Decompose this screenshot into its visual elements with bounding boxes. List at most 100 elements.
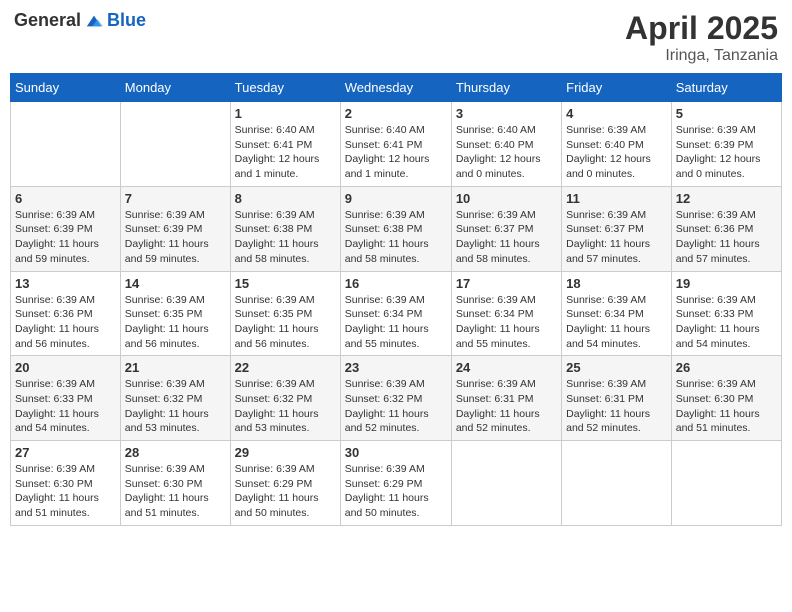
day-number: 22 xyxy=(235,360,336,375)
day-info: Sunrise: 6:39 AMSunset: 6:34 PMDaylight:… xyxy=(456,293,557,352)
day-cell: 22Sunrise: 6:39 AMSunset: 6:32 PMDayligh… xyxy=(230,356,340,441)
day-number: 6 xyxy=(15,191,116,206)
day-number: 27 xyxy=(15,445,116,460)
day-info: Sunrise: 6:39 AMSunset: 6:39 PMDaylight:… xyxy=(15,208,116,267)
header-cell-thursday: Thursday xyxy=(451,74,561,102)
day-cell: 30Sunrise: 6:39 AMSunset: 6:29 PMDayligh… xyxy=(340,441,451,526)
day-info: Sunrise: 6:40 AMSunset: 6:41 PMDaylight:… xyxy=(235,123,336,182)
day-cell: 10 Sunrise: 6:39 AMSunset: 6:37 PMDayligh… xyxy=(451,186,561,271)
day-info: Sunrise: 6:39 AMSunset: 6:39 PMDaylight:… xyxy=(676,123,777,182)
day-number: 25 xyxy=(566,360,667,375)
logo-icon xyxy=(85,12,103,30)
day-info: Sunrise: 6:39 AMSunset: 6:33 PMDaylight:… xyxy=(15,377,116,436)
day-info: Sunrise: 6:39 AMSunset: 6:33 PMDaylight:… xyxy=(676,293,777,352)
day-cell: 1 Sunrise: 6:40 AMSunset: 6:41 PMDaylight… xyxy=(230,102,340,187)
day-info: Sunrise: 6:39 AMSunset: 6:31 PMDaylight:… xyxy=(456,377,557,436)
day-cell: 7 Sunrise: 6:39 AMSunset: 6:39 PMDaylight… xyxy=(120,186,230,271)
day-cell xyxy=(671,441,781,526)
day-info: Sunrise: 6:39 AMSunset: 6:30 PMDaylight:… xyxy=(15,462,116,521)
day-cell: 28 Sunrise: 6:39 AMSunset: 6:30 PMDayligh… xyxy=(120,441,230,526)
header-cell-wednesday: Wednesday xyxy=(340,74,451,102)
day-cell: 5 Sunrise: 6:39 AMSunset: 6:39 PMDaylight… xyxy=(671,102,781,187)
day-number: 5 xyxy=(676,106,777,121)
day-info: Sunrise: 6:39 AMSunset: 6:34 PMDaylight:… xyxy=(345,293,447,352)
week-row-2: 6 Sunrise: 6:39 AMSunset: 6:39 PMDaylight… xyxy=(11,186,782,271)
day-cell xyxy=(451,441,561,526)
day-number: 11 xyxy=(566,191,667,206)
day-cell: 14Sunrise: 6:39 AMSunset: 6:35 PMDayligh… xyxy=(120,271,230,356)
day-number: 12 xyxy=(676,191,777,206)
week-row-3: 13 Sunrise: 6:39 AMSunset: 6:36 PMDayligh… xyxy=(11,271,782,356)
day-cell: 13 Sunrise: 6:39 AMSunset: 6:36 PMDayligh… xyxy=(11,271,121,356)
day-info: Sunrise: 6:39 AMSunset: 6:30 PMDaylight:… xyxy=(125,462,226,521)
day-cell: 3Sunrise: 6:40 AMSunset: 6:40 PMDaylight… xyxy=(451,102,561,187)
day-info: Sunrise: 6:40 AMSunset: 6:41 PMDaylight:… xyxy=(345,123,447,182)
day-number: 13 xyxy=(15,276,116,291)
day-cell: 2 Sunrise: 6:40 AMSunset: 6:41 PMDaylight… xyxy=(340,102,451,187)
day-number: 1 xyxy=(235,106,336,121)
day-info: Sunrise: 6:39 AMSunset: 6:32 PMDaylight:… xyxy=(345,377,447,436)
day-number: 18 xyxy=(566,276,667,291)
day-cell xyxy=(11,102,121,187)
day-number: 29 xyxy=(235,445,336,460)
day-number: 19 xyxy=(676,276,777,291)
day-info: Sunrise: 6:39 AMSunset: 6:37 PMDaylight:… xyxy=(566,208,667,267)
day-info: Sunrise: 6:39 AMSunset: 6:35 PMDaylight:… xyxy=(235,293,336,352)
day-info: Sunrise: 6:39 AMSunset: 6:37 PMDaylight:… xyxy=(456,208,557,267)
day-cell: 24 Sunrise: 6:39 AMSunset: 6:31 PMDayligh… xyxy=(451,356,561,441)
day-cell: 27 Sunrise: 6:39 AMSunset: 6:30 PMDayligh… xyxy=(11,441,121,526)
day-number: 8 xyxy=(235,191,336,206)
day-number: 24 xyxy=(456,360,557,375)
day-number: 17 xyxy=(456,276,557,291)
day-number: 7 xyxy=(125,191,226,206)
day-info: Sunrise: 6:39 AMSunset: 6:36 PMDaylight:… xyxy=(15,293,116,352)
page-header: General Blue April 2025 Iringa, Tanzania xyxy=(10,10,782,65)
day-number: 26 xyxy=(676,360,777,375)
day-info: Sunrise: 6:39 AMSunset: 6:29 PMDaylight:… xyxy=(235,462,336,521)
day-info: Sunrise: 6:39 AMSunset: 6:34 PMDaylight:… xyxy=(566,293,667,352)
day-cell: 8 Sunrise: 6:39 AMSunset: 6:38 PMDaylight… xyxy=(230,186,340,271)
day-cell: 29 Sunrise: 6:39 AMSunset: 6:29 PMDayligh… xyxy=(230,441,340,526)
week-row-1: 1 Sunrise: 6:40 AMSunset: 6:41 PMDaylight… xyxy=(11,102,782,187)
logo: General Blue xyxy=(14,10,146,31)
day-number: 2 xyxy=(345,106,447,121)
day-number: 3 xyxy=(456,106,557,121)
day-cell xyxy=(562,441,672,526)
logo-blue: Blue xyxy=(107,10,146,31)
day-cell: 9Sunrise: 6:39 AMSunset: 6:38 PMDaylight… xyxy=(340,186,451,271)
day-cell: 20 Sunrise: 6:39 AMSunset: 6:33 PMDayligh… xyxy=(11,356,121,441)
header-cell-sunday: Sunday xyxy=(11,74,121,102)
page-subtitle: Iringa, Tanzania xyxy=(625,47,778,65)
day-number: 28 xyxy=(125,445,226,460)
day-info: Sunrise: 6:39 AMSunset: 6:35 PMDaylight:… xyxy=(125,293,226,352)
day-number: 4 xyxy=(566,106,667,121)
day-cell: 17 Sunrise: 6:39 AMSunset: 6:34 PMDayligh… xyxy=(451,271,561,356)
day-cell xyxy=(120,102,230,187)
day-number: 23 xyxy=(345,360,447,375)
logo-general: General xyxy=(14,10,81,31)
header-cell-friday: Friday xyxy=(562,74,672,102)
day-info: Sunrise: 6:39 AMSunset: 6:40 PMDaylight:… xyxy=(566,123,667,182)
day-info: Sunrise: 6:39 AMSunset: 6:32 PMDaylight:… xyxy=(125,377,226,436)
day-cell: 25Sunrise: 6:39 AMSunset: 6:31 PMDayligh… xyxy=(562,356,672,441)
day-number: 16 xyxy=(345,276,447,291)
day-info: Sunrise: 6:39 AMSunset: 6:29 PMDaylight:… xyxy=(345,462,447,521)
header-cell-monday: Monday xyxy=(120,74,230,102)
day-number: 15 xyxy=(235,276,336,291)
day-cell: 26Sunrise: 6:39 AMSunset: 6:30 PMDayligh… xyxy=(671,356,781,441)
page-title: April 2025 xyxy=(625,10,778,47)
day-cell: 12 Sunrise: 6:39 AMSunset: 6:36 PMDayligh… xyxy=(671,186,781,271)
day-info: Sunrise: 6:39 AMSunset: 6:38 PMDaylight:… xyxy=(235,208,336,267)
header-cell-saturday: Saturday xyxy=(671,74,781,102)
day-cell: 11 Sunrise: 6:39 AMSunset: 6:37 PMDayligh… xyxy=(562,186,672,271)
day-cell: 23 Sunrise: 6:39 AMSunset: 6:32 PMDayligh… xyxy=(340,356,451,441)
day-number: 10 xyxy=(456,191,557,206)
header-cell-tuesday: Tuesday xyxy=(230,74,340,102)
day-info: Sunrise: 6:39 AMSunset: 6:38 PMDaylight:… xyxy=(345,208,447,267)
day-number: 21 xyxy=(125,360,226,375)
day-cell: 4 Sunrise: 6:39 AMSunset: 6:40 PMDaylight… xyxy=(562,102,672,187)
header-row: SundayMondayTuesdayWednesdayThursdayFrid… xyxy=(11,74,782,102)
day-info: Sunrise: 6:39 AMSunset: 6:36 PMDaylight:… xyxy=(676,208,777,267)
day-number: 20 xyxy=(15,360,116,375)
day-info: Sunrise: 6:39 AMSunset: 6:39 PMDaylight:… xyxy=(125,208,226,267)
